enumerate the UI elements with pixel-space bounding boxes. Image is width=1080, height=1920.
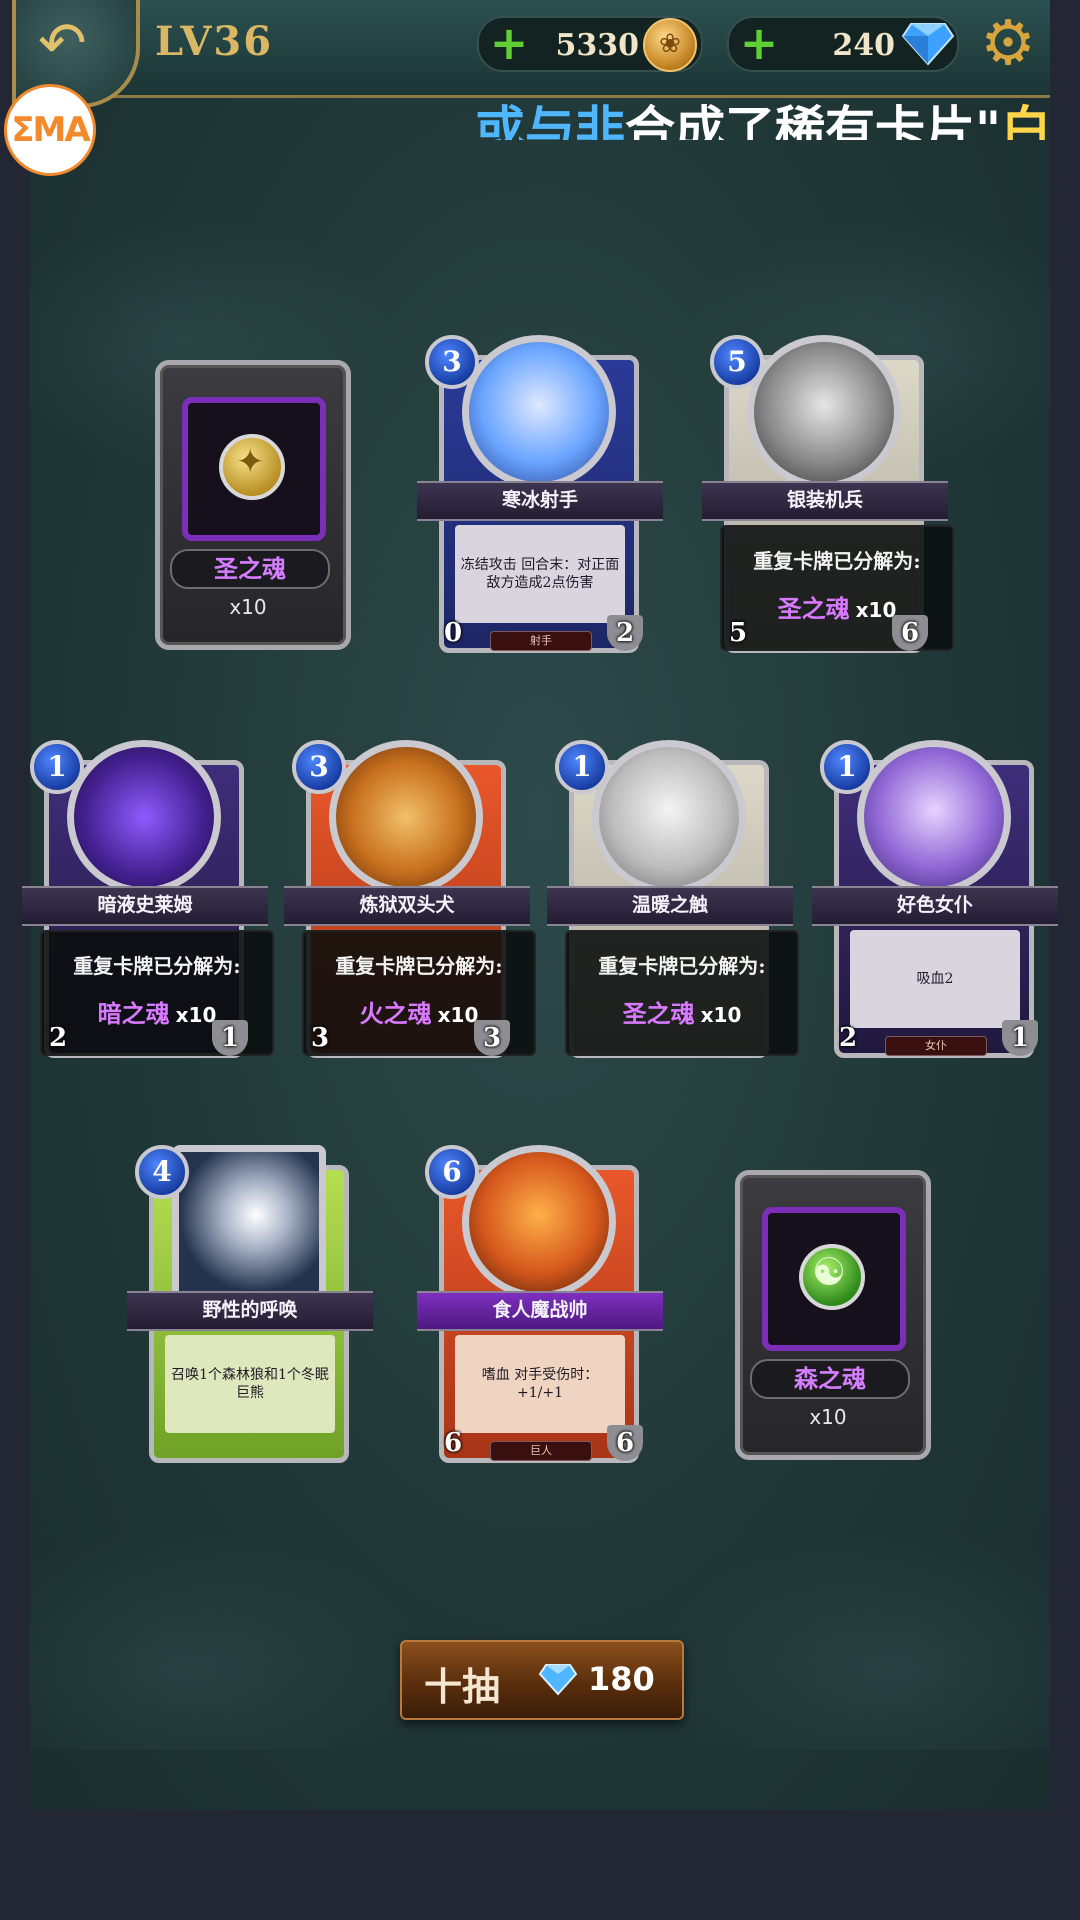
duplicate-message: 重复卡牌已分解为: <box>598 954 766 978</box>
card-portrait <box>747 335 901 489</box>
health-value: 3 <box>474 1020 510 1056</box>
card-name: 野性的呼唤 <box>127 1291 373 1331</box>
soul-count: x10 <box>809 1405 847 1429</box>
ticker-card-name: 白 <box>1001 101 1050 140</box>
card-type: 巨人 <box>490 1441 592 1461</box>
health-value: 6 <box>607 1425 643 1461</box>
card-portrait <box>462 1145 616 1299</box>
attack-value: 5 <box>728 618 748 648</box>
card-portrait <box>329 740 483 894</box>
forest-soul-icon <box>799 1244 865 1310</box>
mana-cost: 5 <box>710 335 764 389</box>
duplicate-overlay: 重复卡牌已分解为: 圣之魂 x10 <box>565 930 799 1056</box>
soul-card-forest[interactable]: 森之魂 x10 <box>735 1170 931 1460</box>
card-name: 寒冰射手 <box>417 481 663 521</box>
player-level: LV36 <box>155 18 274 65</box>
soul-frame <box>182 397 326 541</box>
coin-icon: ❀ <box>643 18 697 72</box>
gold-value: 5330 <box>555 28 640 63</box>
card-dark-slime[interactable]: 1 暗液史莱姆 重复卡牌已分解为: 暗之魂 x10 2 1 <box>22 730 274 1070</box>
diamond-icon <box>538 1664 578 1696</box>
duplicate-reward: 圣之魂 x10 <box>622 1000 742 1028</box>
health-value: 2 <box>607 615 643 651</box>
mana-cost: 6 <box>425 1145 479 1199</box>
ten-draw-button[interactable]: 十抽 180 <box>400 1640 684 1720</box>
card-text: 嗜血 对手受伤时：+1/+1 <box>455 1335 625 1433</box>
mana-cost: 3 <box>425 335 479 389</box>
card-lewd-maid[interactable]: 1 好色女仆 吸血2 2 1 女仆 <box>812 730 1058 1070</box>
mana-cost: 1 <box>555 740 609 794</box>
card-text: 冻结攻击 回合末：对正面敌方造成2点伤害 <box>455 525 625 623</box>
ticker-player-name: 或与非 <box>475 101 625 140</box>
attack-value: 2 <box>48 1023 68 1053</box>
card-portrait <box>172 1145 326 1299</box>
mana-cost: 3 <box>292 740 346 794</box>
card-text: 召唤1个森林狼和1个冬眠巨熊 <box>165 1335 335 1433</box>
attack-value: 6 <box>443 1428 463 1458</box>
card-portrait <box>592 740 746 894</box>
attack-value: 3 <box>310 1023 330 1053</box>
card-name: 好色女仆 <box>812 886 1058 926</box>
card-portrait <box>857 740 1011 894</box>
card-ogre-warlord[interactable]: 6 食人魔战帅 嗜血 对手受伤时：+1/+1 6 6 巨人 <box>417 1135 663 1475</box>
soul-frame <box>762 1207 906 1351</box>
duplicate-message: 重复卡牌已分解为: <box>335 954 503 978</box>
soul-count: x10 <box>229 595 267 619</box>
ticker-message: 合成了稀有卡片" <box>625 101 1002 140</box>
card-silver-mech[interactable]: 5 银装机兵 重复卡牌已分解为: 圣之魂 x10 5 6 <box>702 325 954 665</box>
mana-cost: 1 <box>30 740 84 794</box>
soul-label: 圣之魂 <box>170 549 330 589</box>
card-warm-touch[interactable]: 1 温暖之触 重复卡牌已分解为: 圣之魂 x10 <box>547 730 799 1070</box>
soul-card-holy[interactable]: 圣之魂 x10 <box>155 360 351 650</box>
add-gold-button[interactable]: + <box>489 20 529 66</box>
ema-watermark-logo: ΣMA <box>4 84 96 176</box>
holy-soul-icon <box>219 434 285 500</box>
mana-cost: 1 <box>820 740 874 794</box>
card-name: 暗液史莱姆 <box>22 886 268 926</box>
draw-label: 十抽 <box>424 1665 501 1709</box>
card-portrait <box>67 740 221 894</box>
duplicate-message: 重复卡牌已分解为: <box>753 549 921 573</box>
health-value: 1 <box>1002 1020 1038 1056</box>
gold-counter: + 5330 ❀ <box>477 16 703 72</box>
card-name: 食人魔战帅 <box>417 1291 663 1331</box>
gem-counter: + 240 <box>727 16 959 72</box>
draw-cost: 180 <box>588 1660 655 1698</box>
attack-value: 0 <box>443 618 463 648</box>
settings-gear-icon[interactable]: ⚙ <box>975 10 1041 76</box>
card-name: 温暖之触 <box>547 886 793 926</box>
card-name: 炼狱双头犬 <box>284 886 530 926</box>
announcement-ticker: 或与非合成了稀有卡片"白 <box>30 98 1050 140</box>
gem-value: 240 <box>832 28 895 63</box>
card-call-of-the-wild[interactable]: 4 野性的呼唤 召唤1个森林狼和1个冬眠巨熊 <box>127 1135 373 1475</box>
diamond-icon <box>901 23 955 66</box>
card-type: 女仆 <box>885 1036 987 1056</box>
health-value: 1 <box>212 1020 248 1056</box>
attack-value: 2 <box>838 1023 858 1053</box>
duplicate-message: 重复卡牌已分解为: <box>73 954 241 978</box>
health-value: 6 <box>892 615 928 651</box>
card-type: 射手 <box>490 631 592 651</box>
back-arrow-icon: ↶ <box>38 9 87 77</box>
mana-cost: 4 <box>135 1145 189 1199</box>
card-portrait <box>462 335 616 489</box>
add-gems-button[interactable]: + <box>739 20 779 66</box>
card-name: 银装机兵 <box>702 481 948 521</box>
card-frost-archer[interactable]: 3 寒冰射手 冻结攻击 回合末：对正面敌方造成2点伤害 0 2 射手 <box>417 325 663 665</box>
soul-label: 森之魂 <box>750 1359 910 1399</box>
card-text: 吸血2 <box>850 930 1020 1028</box>
card-hell-hound[interactable]: 3 炼狱双头犬 重复卡牌已分解为: 火之魂 x10 3 3 <box>284 730 536 1070</box>
